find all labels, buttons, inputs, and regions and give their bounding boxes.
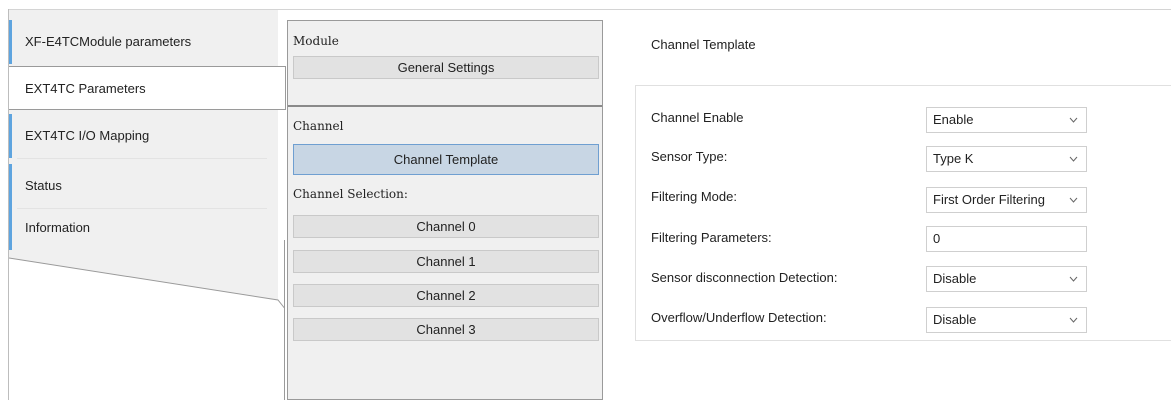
channel-1-button[interactable]: Channel 1 [293,250,599,273]
chevron-down-icon [1069,276,1078,282]
tab-label: EXT4TC Parameters [25,81,146,96]
field-label-sensor-type: Sensor Type: [651,149,728,164]
page-title: Channel Template [651,37,756,52]
channel-0-button[interactable]: Channel 0 [293,215,599,238]
tab-ext4tc-io-mapping[interactable]: EXT4TC I/O Mapping [9,114,278,158]
select-value: Disable [933,312,977,327]
settings-navigation-panel: Module General Settings Channel Channel … [287,20,603,400]
channel-enable-select[interactable]: Enable [926,107,1087,133]
tab-xf-e4tc-module-parameters[interactable]: XF-E4TCModule parameters [9,20,278,64]
select-value: Disable [933,271,977,286]
tab-label: Information [25,220,91,235]
tab-label: XF-E4TCModule parameters [25,34,192,49]
section-divider [288,105,602,107]
tab-status[interactable]: Status [9,164,278,208]
field-label-channel-enable: Channel Enable [651,110,744,125]
tab-label: Status [25,178,62,193]
field-label-filtering-mode: Filtering Mode: [651,189,737,204]
channel-template-button[interactable]: Channel Template [293,144,599,175]
tab-separator [17,158,267,159]
channel-2-button[interactable]: Channel 2 [293,284,599,307]
general-settings-button[interactable]: General Settings [293,56,599,79]
tab-label: EXT4TC I/O Mapping [25,128,150,143]
select-value: First Order Filtering [933,192,1045,207]
chevron-down-icon [1069,156,1078,162]
select-value: Enable [933,112,974,127]
chevron-down-icon [1069,197,1078,203]
overflow-underflow-detection-select[interactable]: Disable [926,307,1087,333]
filtering-mode-select[interactable]: First Order Filtering [926,187,1087,213]
channel-selection-label: Channel Selection: [293,187,408,201]
sensor-disconnection-detection-select[interactable]: Disable [926,266,1087,292]
chevron-down-icon [1069,117,1078,123]
sensor-type-select[interactable]: Type K [926,146,1087,172]
module-section-label: Module [293,34,339,48]
chevron-down-icon [1069,317,1078,323]
channel-3-button[interactable]: Channel 3 [293,318,599,341]
filtering-parameters-input[interactable]: 0 [926,226,1087,252]
left-tab-panel: XF-E4TCModule parameters EXT4TC Paramete… [9,10,287,400]
tab-ext4tc-parameters[interactable]: EXT4TC Parameters [9,66,286,110]
field-label-filtering-parameters: Filtering Parameters: [651,230,772,245]
tab-information[interactable]: Information [9,206,278,250]
channel-section-label: Channel [293,119,344,133]
field-label-overflow-underflow-detection: Overflow/Underflow Detection: [651,310,827,325]
select-value: Type K [933,151,974,166]
field-label-sensor-disconnection-detection: Sensor disconnection Detection: [651,270,838,285]
